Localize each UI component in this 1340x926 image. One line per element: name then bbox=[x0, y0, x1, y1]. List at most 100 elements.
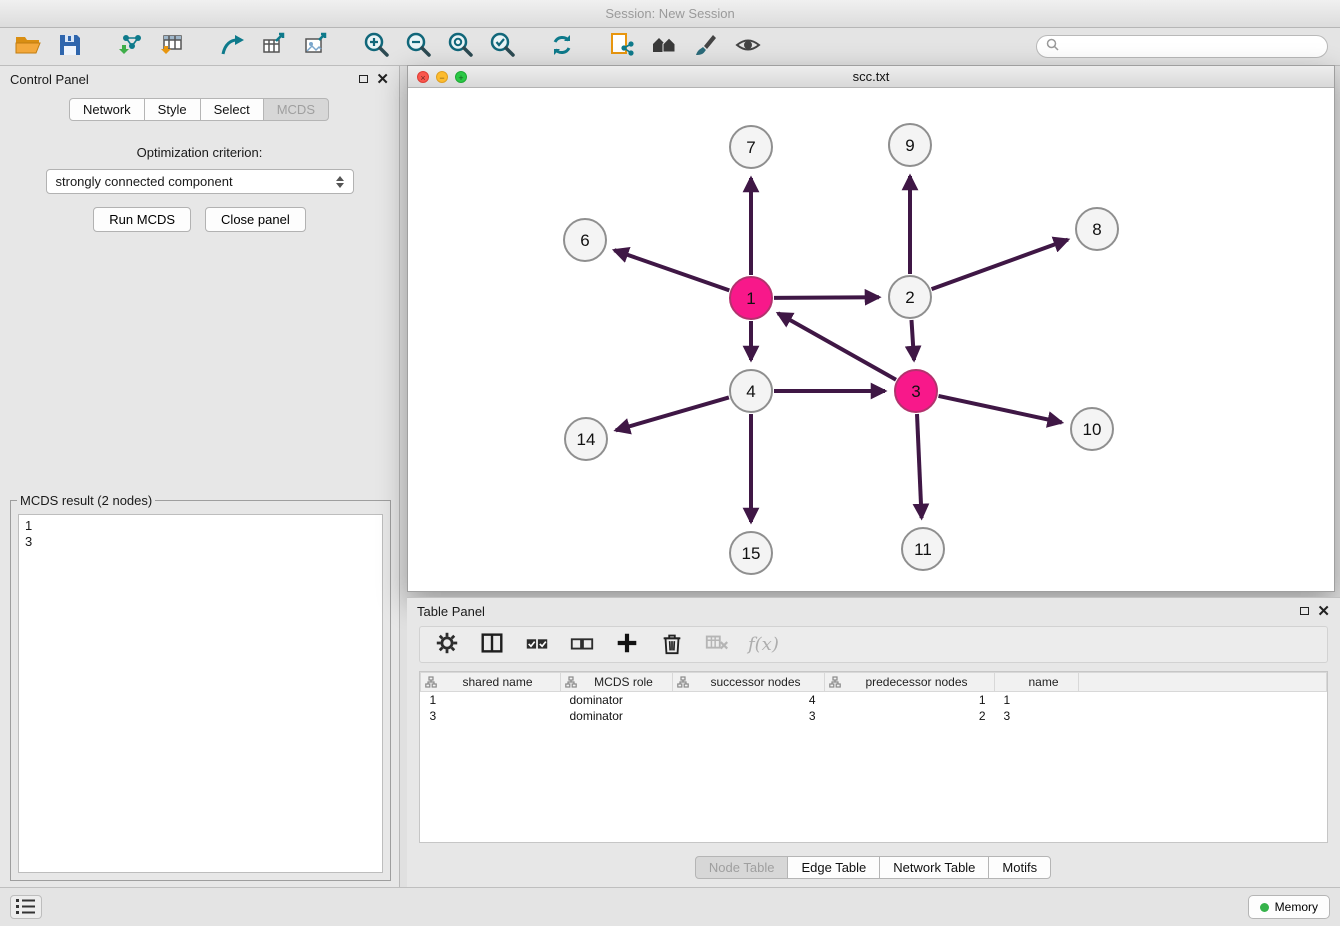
graph-node-10[interactable]: 10 bbox=[1071, 408, 1113, 450]
graph-node-15[interactable]: 15 bbox=[730, 532, 772, 574]
export-table-icon bbox=[260, 31, 288, 62]
save-floppy-icon bbox=[56, 31, 84, 62]
float-table-panel-icon[interactable] bbox=[1300, 607, 1309, 615]
network-canvas[interactable]: 7 9 6 8 1 2 4 3 14 10 15 11 bbox=[408, 88, 1334, 591]
table-tabs: Node Table Edge Table Network Table Moti… bbox=[696, 856, 1051, 879]
graph-node-1[interactable]: 1 bbox=[730, 277, 772, 319]
memory-label: Memory bbox=[1275, 900, 1318, 914]
search-box[interactable] bbox=[1036, 35, 1328, 58]
cell-successor_nodes: 3 bbox=[673, 708, 825, 724]
main-toolbar bbox=[0, 28, 1340, 66]
column-header-name[interactable]: name bbox=[995, 673, 1079, 692]
column-header-predecessor-nodes[interactable]: predecessor nodes bbox=[825, 673, 995, 692]
graph-node-9[interactable]: 9 bbox=[889, 124, 931, 166]
mcds-result-title: MCDS result (2 nodes) bbox=[17, 493, 155, 508]
graph-edge-2-8[interactable] bbox=[932, 240, 1068, 290]
svg-text:6: 6 bbox=[580, 231, 589, 250]
graph-node-2[interactable]: 2 bbox=[889, 276, 931, 318]
network-from-selection-button[interactable] bbox=[606, 31, 638, 63]
maximize-window-icon[interactable]: + bbox=[455, 71, 467, 83]
minimize-window-icon[interactable]: − bbox=[436, 71, 448, 83]
mcds-result-text[interactable]: 1 3 bbox=[18, 514, 383, 873]
graph-node-3[interactable]: 3 bbox=[895, 370, 937, 412]
float-panel-icon[interactable] bbox=[359, 75, 368, 83]
graph-edge-3-11[interactable] bbox=[917, 414, 922, 518]
graph-node-4[interactable]: 4 bbox=[730, 370, 772, 412]
export-network-button[interactable] bbox=[216, 31, 248, 63]
import-table-button[interactable] bbox=[156, 31, 188, 63]
close-window-icon[interactable]: × bbox=[417, 71, 429, 83]
select-all-rows-button[interactable] bbox=[523, 631, 551, 659]
tab-network-table[interactable]: Network Table bbox=[879, 856, 989, 879]
tab-motifs[interactable]: Motifs bbox=[988, 856, 1051, 879]
svg-text:8: 8 bbox=[1092, 220, 1101, 239]
tab-select[interactable]: Select bbox=[200, 98, 264, 121]
svg-text:9: 9 bbox=[905, 136, 914, 155]
column-header-shared-name[interactable]: shared name bbox=[421, 673, 561, 692]
column-settings-button[interactable] bbox=[433, 631, 461, 659]
column-header-mcds-role[interactable]: MCDS role bbox=[561, 673, 673, 692]
style-paint-button[interactable] bbox=[690, 31, 722, 63]
cell-shared_name: 1 bbox=[421, 692, 561, 708]
mcds-result-box: MCDS result (2 nodes) 1 3 bbox=[10, 493, 391, 881]
network-window-titlebar[interactable]: × − + scc.txt bbox=[408, 66, 1334, 88]
graph-edge-1-2[interactable] bbox=[774, 297, 879, 298]
graph-node-11[interactable]: 11 bbox=[902, 528, 944, 570]
tab-node-table[interactable]: Node Table bbox=[695, 856, 789, 879]
network-window: × − + scc.txt 7 9 6 8 1 2 4 3 14 10 15 11 bbox=[407, 65, 1335, 592]
window-titlebar[interactable]: Session: New Session bbox=[0, 0, 1340, 28]
table-row[interactable]: 1dominator411 bbox=[421, 692, 1327, 708]
deselect-all-rows-button[interactable] bbox=[568, 631, 596, 659]
graph-edge-1-6[interactable] bbox=[614, 250, 729, 290]
first-neighbors-button[interactable] bbox=[648, 31, 680, 63]
svg-text:11: 11 bbox=[914, 540, 932, 559]
network-graph[interactable]: 7 9 6 8 1 2 4 3 14 10 15 11 bbox=[408, 88, 1334, 591]
memory-button[interactable]: Memory bbox=[1248, 895, 1330, 919]
graph-edge-2-3[interactable] bbox=[912, 320, 915, 360]
zoom-selected-button[interactable] bbox=[486, 31, 518, 63]
task-history-button[interactable] bbox=[10, 895, 42, 919]
table-row[interactable]: 3dominator323 bbox=[421, 708, 1327, 724]
table-panel: Table Panel ✕ f(x) bbox=[407, 597, 1340, 887]
delete-column-button[interactable] bbox=[658, 631, 686, 659]
export-image-button[interactable] bbox=[300, 31, 332, 63]
tab-style[interactable]: Style bbox=[144, 98, 201, 121]
run-mcds-button[interactable]: Run MCDS bbox=[93, 207, 191, 232]
graph-edge-3-1[interactable] bbox=[778, 313, 896, 380]
zoom-out-button[interactable] bbox=[402, 31, 434, 63]
delete-table-button[interactable] bbox=[703, 631, 731, 659]
add-column-button[interactable] bbox=[613, 631, 641, 659]
table-panel-title: Table Panel bbox=[417, 604, 485, 619]
graph-node-14[interactable]: 14 bbox=[565, 418, 607, 460]
cell-shared_name: 3 bbox=[421, 708, 561, 724]
delete-table-icon bbox=[704, 630, 730, 659]
criterion-dropdown[interactable]: strongly connected component bbox=[46, 169, 354, 194]
save-session-button[interactable] bbox=[54, 31, 86, 63]
control-panel-tabs: Network Style Select MCDS bbox=[0, 98, 399, 121]
open-session-button[interactable] bbox=[12, 31, 44, 63]
graph-node-8[interactable]: 8 bbox=[1076, 208, 1118, 250]
import-network-button[interactable] bbox=[114, 31, 146, 63]
close-table-panel-icon[interactable]: ✕ bbox=[1317, 604, 1330, 619]
zoom-in-button[interactable] bbox=[360, 31, 392, 63]
graph-edge-4-14[interactable] bbox=[616, 397, 729, 430]
close-panel-button[interactable]: Close panel bbox=[205, 207, 306, 232]
zoom-fit-button[interactable] bbox=[444, 31, 476, 63]
graph-node-7[interactable]: 7 bbox=[730, 126, 772, 168]
tab-mcds[interactable]: MCDS bbox=[263, 98, 329, 121]
cell-_empty bbox=[1079, 708, 1327, 724]
search-input[interactable] bbox=[1065, 38, 1318, 55]
tab-edge-table[interactable]: Edge Table bbox=[787, 856, 880, 879]
column-header-successor-nodes[interactable]: successor nodes bbox=[673, 673, 825, 692]
graph-node-6[interactable]: 6 bbox=[564, 219, 606, 261]
tab-network[interactable]: Network bbox=[69, 98, 145, 121]
export-table-button[interactable] bbox=[258, 31, 290, 63]
graph-edge-3-10[interactable] bbox=[939, 396, 1062, 423]
node-table[interactable]: shared name MCDS role successor nodes pr… bbox=[419, 671, 1328, 843]
toggle-column-display-button[interactable] bbox=[478, 631, 506, 659]
function-builder-button[interactable]: f(x) bbox=[748, 631, 779, 659]
show-hide-button[interactable] bbox=[732, 31, 764, 63]
apply-layout-button[interactable] bbox=[546, 31, 578, 63]
refresh-icon bbox=[548, 31, 576, 62]
close-panel-icon[interactable]: ✕ bbox=[376, 72, 389, 87]
